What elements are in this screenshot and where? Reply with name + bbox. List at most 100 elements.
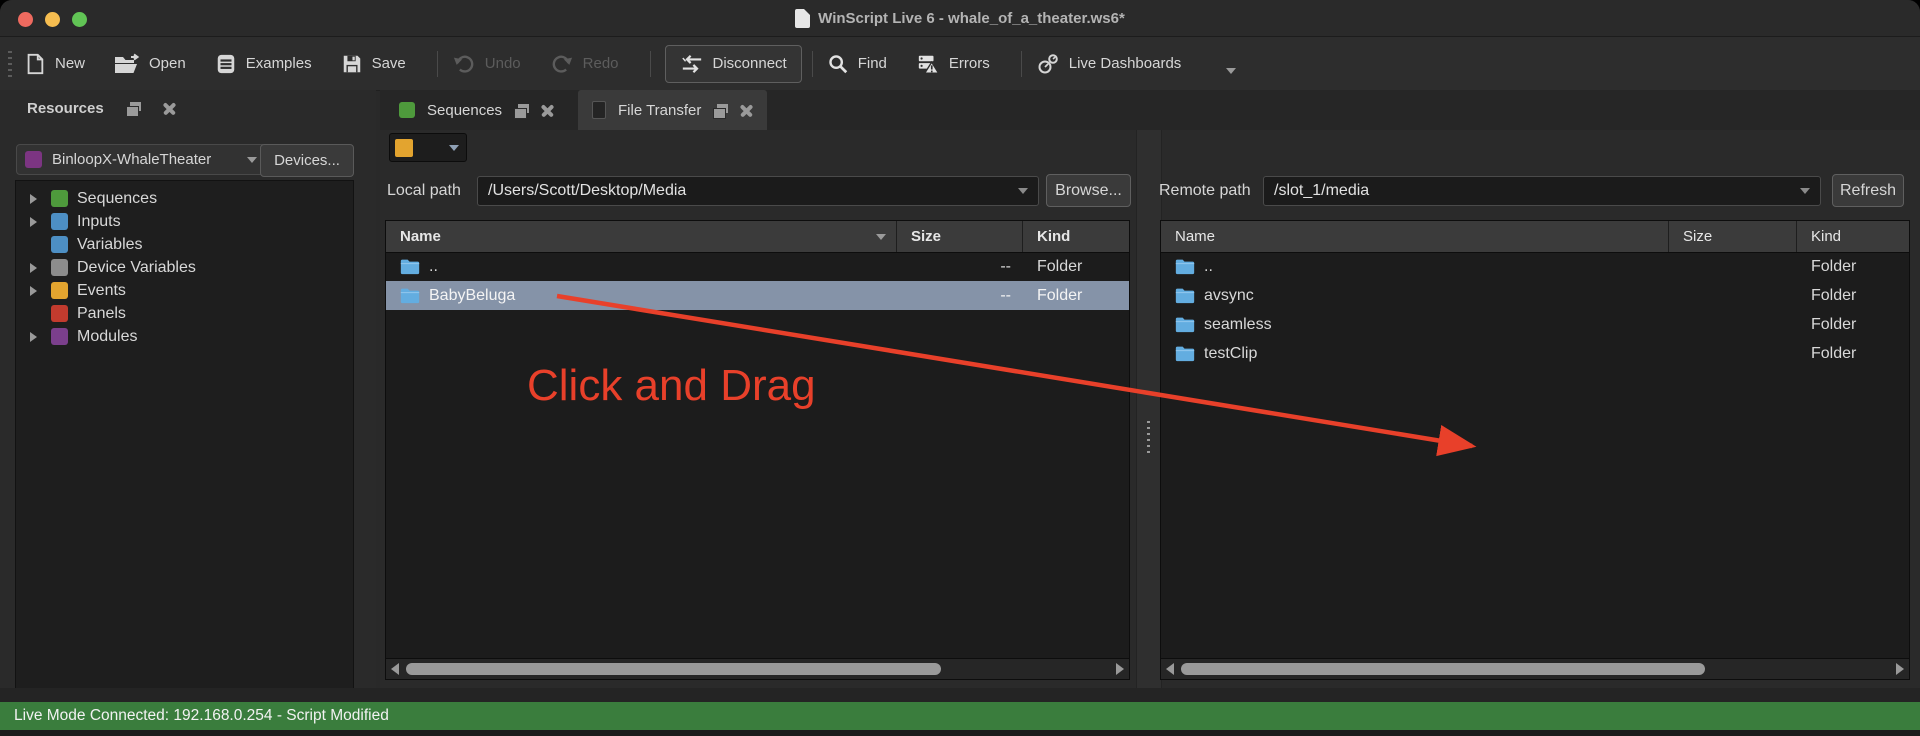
tree-item-inputs[interactable]: Inputs [16,210,353,233]
scrollbar-thumb[interactable] [406,663,941,675]
column-header-kind[interactable]: Kind [1023,221,1129,252]
document-icon [795,9,810,28]
redo-button[interactable]: Redo [550,53,619,75]
clip-color-swatch [395,139,413,157]
modules-icon [51,328,68,345]
examples-icon [215,53,237,75]
sort-indicator-icon [876,234,886,240]
expand-arrow-icon[interactable] [30,332,37,342]
disconnect-button[interactable]: Disconnect [665,45,802,83]
devices-button[interactable]: Devices... [260,144,354,177]
chevron-down-icon [1800,188,1810,194]
folder-icon [1175,287,1195,304]
tree-item-panels[interactable]: Panels [16,302,353,325]
local-table-header: Name Size Kind [386,221,1129,253]
examples-button[interactable]: Examples [215,53,312,75]
tree-item-sequences[interactable]: Sequences [16,187,353,210]
expand-arrow-icon[interactable] [30,194,37,204]
file-transfer-panel: Local path /Users/Scott/Desktop/Media Br… [380,130,1920,688]
status-gap [0,688,1920,702]
column-header-kind[interactable]: Kind [1797,221,1909,252]
scroll-right-icon[interactable] [1116,663,1124,675]
disconnect-icon [680,53,704,75]
column-header-size[interactable]: Size [1669,221,1797,252]
resources-tree: Sequences Inputs Variables Device Variab… [15,180,354,690]
horizontal-scrollbar[interactable] [386,658,1129,679]
scrollbar-thumb[interactable] [1181,663,1705,675]
folder-icon [1175,316,1195,333]
tree-item-device-variables[interactable]: Device Variables [16,256,353,279]
save-button[interactable]: Save [341,53,406,75]
refresh-button[interactable]: Refresh [1832,174,1904,207]
new-document-icon [24,53,46,75]
local-path-combobox[interactable]: /Users/Scott/Desktop/Media [477,176,1039,206]
tab-file-transfer[interactable]: File Transfer [578,90,767,130]
float-tab-icon[interactable] [713,104,728,117]
find-button[interactable]: Find [827,53,887,75]
bottom-strip [0,730,1920,736]
search-icon [827,53,849,75]
scroll-left-icon[interactable] [1166,663,1174,675]
sequences-icon [51,190,68,207]
sequences-tab-icon [399,102,415,118]
chevron-down-icon [449,145,459,151]
status-text: Live Mode Connected: 192.168.0.254 - Scr… [14,707,389,725]
undo-button[interactable]: Undo [452,53,521,75]
chevron-down-icon [1018,188,1028,194]
live-dashboards-button[interactable]: Live Dashboards [1036,52,1182,76]
device-color-swatch [25,151,42,168]
toolbar-drag-handle[interactable] [8,51,12,77]
window-title: WinScript Live 6 - whale_of_a_theater.ws… [818,10,1125,27]
table-row-testclip[interactable]: testClip Folder [1161,339,1909,368]
new-button[interactable]: New [24,53,85,75]
device-variables-icon [51,259,68,276]
column-header-name[interactable]: Name [1161,221,1669,252]
float-panel-icon[interactable] [126,102,141,115]
clip-color-dropdown[interactable] [389,133,467,162]
close-tab-icon[interactable] [740,104,753,117]
remote-path-combobox[interactable]: /slot_1/media [1263,176,1821,206]
tab-sequences[interactable]: Sequences [385,90,568,130]
remote-table-header: Name Size Kind [1161,221,1909,253]
table-row-avsync[interactable]: avsync Folder [1161,281,1909,310]
column-header-size[interactable]: Size [897,221,1023,252]
tree-item-variables[interactable]: Variables [16,233,353,256]
toolbar-separator [437,51,438,77]
open-folder-icon [114,53,140,75]
close-tab-icon[interactable] [541,104,554,117]
inputs-icon [51,213,68,230]
table-row-parent-dir[interactable]: .. Folder [1161,252,1909,281]
table-row-parent-dir[interactable]: .. -- Folder [386,252,1129,281]
open-button[interactable]: Open [114,53,186,75]
app-window: WinScript Live 6 - whale_of_a_theater.ws… [0,0,1920,736]
browse-button[interactable]: Browse... [1046,174,1131,207]
resources-panel: Resources BinloopX-WhaleTheater Devices.… [0,90,376,700]
title-bar: WinScript Live 6 - whale_of_a_theater.ws… [0,0,1920,37]
tree-item-events[interactable]: Events [16,279,353,302]
expand-arrow-icon[interactable] [30,263,37,273]
pane-splitter[interactable] [1136,130,1162,688]
table-row-babybeluga[interactable]: BabyBeluga -- Folder [386,281,1129,310]
horizontal-scrollbar[interactable] [1161,658,1909,679]
errors-icon [916,53,940,75]
toolbar-separator [812,51,813,77]
scroll-right-icon[interactable] [1896,663,1904,675]
chevron-down-icon [247,157,257,163]
expand-arrow-icon[interactable] [30,286,37,296]
expand-arrow-icon[interactable] [30,217,37,227]
tree-item-modules[interactable]: Modules [16,325,353,348]
close-panel-icon[interactable] [163,102,176,115]
redo-icon [550,53,574,75]
toolbar-overflow-chevron-icon[interactable] [1226,68,1236,74]
table-row-seamless[interactable]: seamless Folder [1161,310,1909,339]
folder-icon [1175,345,1195,362]
splitter-grip-icon [1147,421,1150,453]
float-tab-icon[interactable] [514,104,529,117]
scroll-left-icon[interactable] [391,663,399,675]
column-header-name[interactable]: Name [386,221,897,252]
local-path-label: Local path [387,182,461,200]
events-icon [51,282,68,299]
folder-icon [1175,258,1195,275]
errors-button[interactable]: Errors [916,53,990,75]
device-selector-dropdown[interactable]: BinloopX-WhaleTheater [16,144,266,175]
